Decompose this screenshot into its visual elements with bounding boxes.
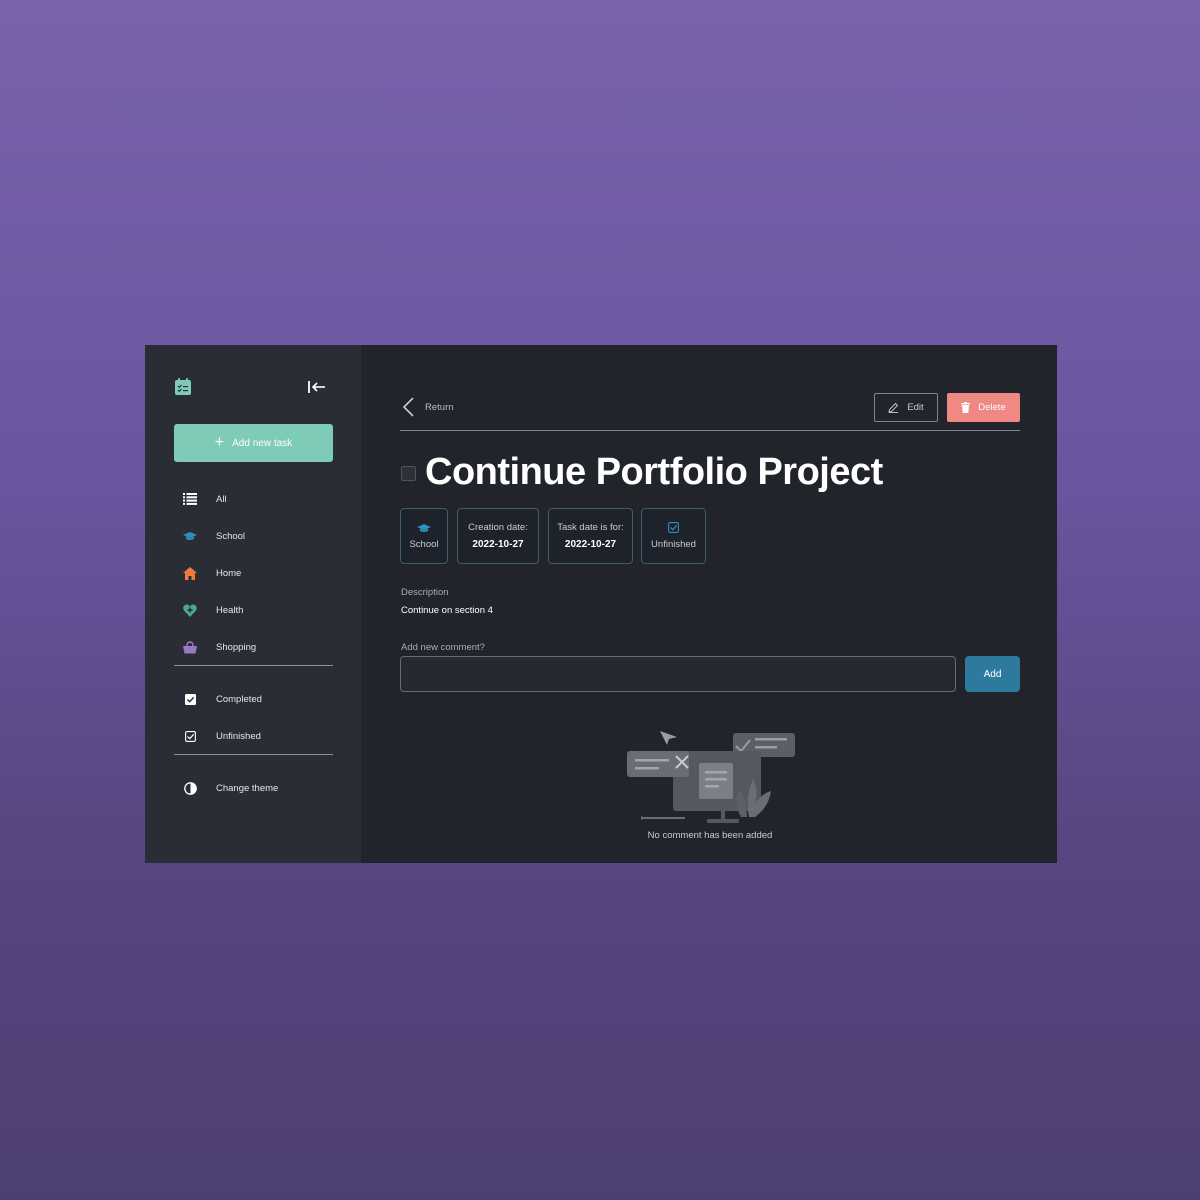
add-new-task-label: Add new task [232, 437, 293, 449]
creation-date-value: 2022-10-27 [472, 539, 524, 550]
category-label: School [409, 538, 439, 550]
task-detail-panel: Return Edit Delete Continue Portfolio Pr… [361, 345, 1057, 863]
sidebar-divider [174, 665, 333, 666]
task-app-window: + Add new task All School Home Health Sh… [145, 345, 1057, 863]
contrast-icon [174, 781, 206, 795]
description-text: Continue on section 4 [401, 605, 493, 616]
heart-plus-icon [174, 604, 206, 617]
pencil-icon [888, 402, 899, 413]
collapse-left-icon[interactable] [307, 379, 327, 395]
sidebar-item-all[interactable]: All [174, 488, 333, 510]
graduation-cap-icon [417, 523, 431, 532]
basket-icon [174, 640, 206, 654]
trash-icon [961, 402, 971, 413]
house-icon [174, 566, 206, 580]
due-date-value: 2022-10-27 [564, 539, 617, 550]
empty-comments-illustration [627, 731, 795, 823]
return-button[interactable]: Return [401, 397, 454, 417]
sidebar-item-label: Shopping [216, 641, 257, 653]
task-title: Continue Portfolio Project [425, 451, 883, 493]
sidebar-item-label: Health [216, 604, 244, 616]
sidebar-item-label: School [216, 530, 246, 542]
change-theme-label: Change theme [216, 782, 279, 794]
checklist-calendar-icon[interactable] [174, 378, 192, 396]
chevron-left-icon [402, 397, 414, 417]
add-comment-button[interactable]: Add [965, 656, 1020, 692]
sidebar-item-label: Home [216, 567, 242, 579]
edit-button[interactable]: Edit [874, 393, 938, 422]
edit-label: Edit [907, 402, 924, 413]
sidebar-item-completed[interactable]: Completed [174, 688, 333, 710]
list-icon [174, 493, 206, 505]
comment-label: Add new comment? [401, 642, 485, 653]
delete-button[interactable]: Delete [947, 393, 1020, 422]
sidebar-item-label: Unfinished [216, 730, 261, 742]
change-theme-button[interactable]: Change theme [174, 777, 333, 799]
checkbox-outline-icon [668, 522, 679, 533]
sidebar: + Add new task All School Home Health Sh… [145, 345, 361, 863]
status-label: Unfinished [651, 539, 696, 550]
sidebar-divider [174, 754, 333, 755]
comment-input[interactable] [400, 656, 956, 692]
header-divider [400, 430, 1020, 431]
sidebar-item-shopping[interactable]: Shopping [174, 636, 333, 658]
sidebar-item-home[interactable]: Home [174, 562, 333, 584]
checkbox-outline-icon [174, 730, 206, 742]
creation-date-label: Creation date: [468, 522, 528, 533]
task-complete-checkbox[interactable] [401, 466, 416, 481]
sidebar-item-label: All [216, 493, 227, 505]
category-chip: School [400, 508, 448, 564]
status-chip[interactable]: Unfinished [641, 508, 706, 564]
description-label: Description [401, 587, 449, 598]
checkbox-filled-icon [174, 693, 206, 705]
add-new-task-button[interactable]: + Add new task [174, 424, 333, 462]
plus-icon: + [214, 434, 225, 451]
sidebar-item-health[interactable]: Health [174, 599, 333, 621]
sidebar-item-unfinished[interactable]: Unfinished [174, 725, 333, 747]
due-date-chip: Task date is for: 2022-10-27 [548, 508, 633, 564]
graduation-cap-icon [174, 531, 206, 541]
empty-comments-text: No comment has been added [647, 830, 773, 841]
sidebar-item-school[interactable]: School [174, 525, 333, 547]
return-label: Return [425, 401, 454, 413]
due-date-label: Task date is for: [557, 522, 624, 533]
delete-label: Delete [978, 402, 1006, 413]
creation-date-chip: Creation date: 2022-10-27 [457, 508, 539, 564]
sidebar-item-label: Completed [216, 693, 262, 705]
